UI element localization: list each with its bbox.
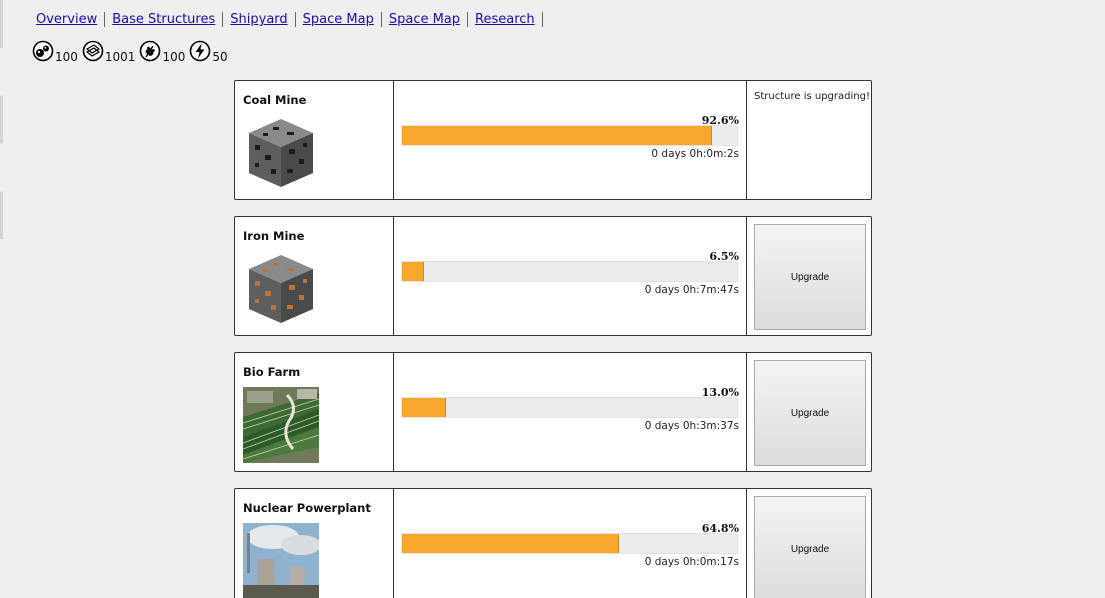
nav-overview[interactable]: Overview bbox=[30, 12, 104, 27]
time-remaining: 0 days 0h:3m:37s bbox=[644, 420, 739, 432]
structure-info: Nuclear Powerplant bbox=[235, 489, 394, 598]
structure-bio-farm: Bio Farm 13.0% 0 days 0h:3m:37s Upgrade bbox=[234, 352, 872, 472]
progress-bar bbox=[401, 397, 738, 418]
resource-food-value: 100 bbox=[162, 50, 186, 64]
progress-bar bbox=[401, 125, 738, 146]
time-remaining: 0 days 0h:7m:47s bbox=[644, 284, 739, 296]
page: Overview Base Structures Shipyard Space … bbox=[0, 0, 1105, 598]
structure-name: Nuclear Powerplant bbox=[243, 501, 371, 515]
upgrade-button[interactable]: Upgrade bbox=[754, 360, 866, 466]
iron-resource-icon bbox=[82, 40, 104, 62]
energy-resource-icon bbox=[190, 40, 211, 62]
structure-action: Structure is upgrading! bbox=[747, 81, 871, 199]
structure-iron-mine: Iron Mine 6.5% 0 days 0h:7m:47s Upgrade bbox=[234, 216, 872, 336]
nav-shipyard[interactable]: Shipyard bbox=[223, 12, 294, 27]
coal-resource-icon bbox=[32, 40, 54, 62]
structure-name: Coal Mine bbox=[243, 93, 307, 107]
nav-space-map[interactable]: Space Map bbox=[296, 12, 381, 27]
nav-base-structures[interactable]: Base Structures bbox=[105, 12, 222, 27]
nav-research[interactable]: Research bbox=[468, 12, 542, 27]
resource-iron-value: 1001 bbox=[104, 50, 136, 64]
structure-name: Iron Mine bbox=[243, 229, 305, 243]
structure-action: Upgrade bbox=[747, 489, 871, 598]
structure-progress: 6.5% 0 days 0h:7m:47s bbox=[394, 217, 747, 335]
time-remaining: 0 days 0h:0m:2s bbox=[651, 148, 739, 160]
structure-info: Iron Mine bbox=[235, 217, 394, 335]
resource-energy-value: 50 bbox=[212, 50, 228, 64]
structure-nuclear-powerplant: Nuclear Powerplant 64.8% 0 days 0h:0m:17… bbox=[234, 488, 872, 598]
structure-progress: 64.8% 0 days 0h:0m:17s bbox=[394, 489, 747, 598]
structure-info: Bio Farm bbox=[235, 353, 394, 471]
structure-progress: 13.0% 0 days 0h:3m:37s bbox=[394, 353, 747, 471]
nav-space-map-2[interactable]: Space Map bbox=[382, 12, 467, 27]
time-remaining: 0 days 0h:0m:17s bbox=[644, 556, 739, 568]
resource-bar: 100 1001 100 50 bbox=[32, 40, 232, 64]
resource-food: 100 bbox=[139, 40, 186, 64]
top-navigation: Overview Base Structures Shipyard Space … bbox=[30, 12, 543, 27]
structure-progress: 92.6% 0 days 0h:0m:2s bbox=[394, 81, 747, 199]
structure-info: Coal Mine bbox=[235, 81, 394, 199]
iron-ore-block-image bbox=[249, 255, 313, 323]
upgrade-button[interactable]: Upgrade bbox=[754, 496, 866, 598]
upgrade-button[interactable]: Upgrade bbox=[754, 224, 866, 330]
structure-action: Upgrade bbox=[747, 217, 871, 335]
nuclear-powerplant-photo bbox=[243, 523, 319, 598]
resource-coal-value: 100 bbox=[55, 50, 78, 64]
coal-ore-block-image bbox=[249, 119, 313, 187]
upgrade-status: Structure is upgrading! bbox=[754, 91, 870, 102]
progress-bar bbox=[401, 533, 738, 554]
bio-farm-photo bbox=[243, 387, 319, 463]
structure-name: Bio Farm bbox=[243, 365, 301, 379]
progress-bar-fill bbox=[402, 262, 424, 281]
structure-action: Upgrade bbox=[747, 353, 871, 471]
progress-bar-fill bbox=[402, 534, 620, 553]
resource-iron: 1001 bbox=[82, 40, 136, 64]
resource-coal: 100 bbox=[32, 40, 78, 64]
progress-bar-fill bbox=[402, 398, 446, 417]
food-resource-icon bbox=[140, 40, 161, 62]
progress-bar-fill bbox=[402, 126, 713, 145]
resource-energy: 50 bbox=[189, 40, 228, 64]
progress-bar bbox=[401, 261, 738, 282]
structure-coal-mine: Coal Mine 92.6% 0 days 0h:0m:2s Structur… bbox=[234, 80, 872, 200]
nav-separator bbox=[541, 12, 543, 27]
window-edge bbox=[0, 0, 3, 598]
